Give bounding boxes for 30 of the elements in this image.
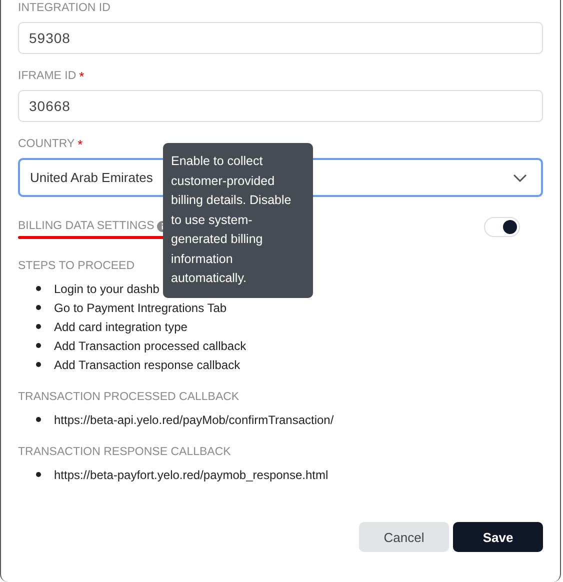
list-item: Add card integration type (54, 320, 188, 334)
save-button[interactable]: Save (453, 522, 543, 552)
bullet-icon (36, 343, 41, 348)
billing-toggle[interactable] (484, 217, 520, 237)
list-item: https://beta-api.yelo.red/payMob/confirmTransaction/ (54, 412, 334, 426)
input-field[interactable]: 59308 (18, 22, 543, 54)
chevron-down-icon (513, 174, 527, 182)
bullet-icon (36, 305, 41, 310)
required-mark: * (78, 136, 83, 152)
bullet-icon (36, 472, 41, 477)
list-item: Go to Payment Intregrations Tab (54, 300, 227, 314)
section-heading: TRANSACTION PROCESSED CALLBACK (18, 390, 240, 404)
field-label: INTEGRATION ID (18, 1, 110, 15)
input-field[interactable]: 30668 (18, 90, 543, 122)
bullet-icon (36, 286, 41, 291)
section-heading: STEPS TO PROCEED (18, 259, 136, 273)
list-item: Add Transaction processed callback (54, 338, 246, 352)
list-item: Login to your dashb (54, 282, 160, 296)
list-item: https://beta-payfort.yelo.red/paymob_response.html (54, 468, 328, 482)
bullet-icon (36, 362, 41, 367)
bullet-icon (36, 417, 41, 422)
required-mark: * (79, 68, 84, 84)
cancel-button[interactable]: Cancel (359, 522, 449, 552)
tooltip: Enable to collect customer-provided billing details. Disable to use system-generated billing information automatically. (163, 143, 313, 298)
bullet-icon (36, 324, 41, 329)
field-label: IFRAME ID (18, 69, 76, 83)
field-label: COUNTRY (18, 137, 75, 151)
list-item: Add Transaction response callback (54, 358, 240, 372)
billing-label: BILLING DATA SETTINGS (18, 219, 154, 233)
section-heading: TRANSACTION RESPONSE CALLBACK (18, 445, 232, 459)
